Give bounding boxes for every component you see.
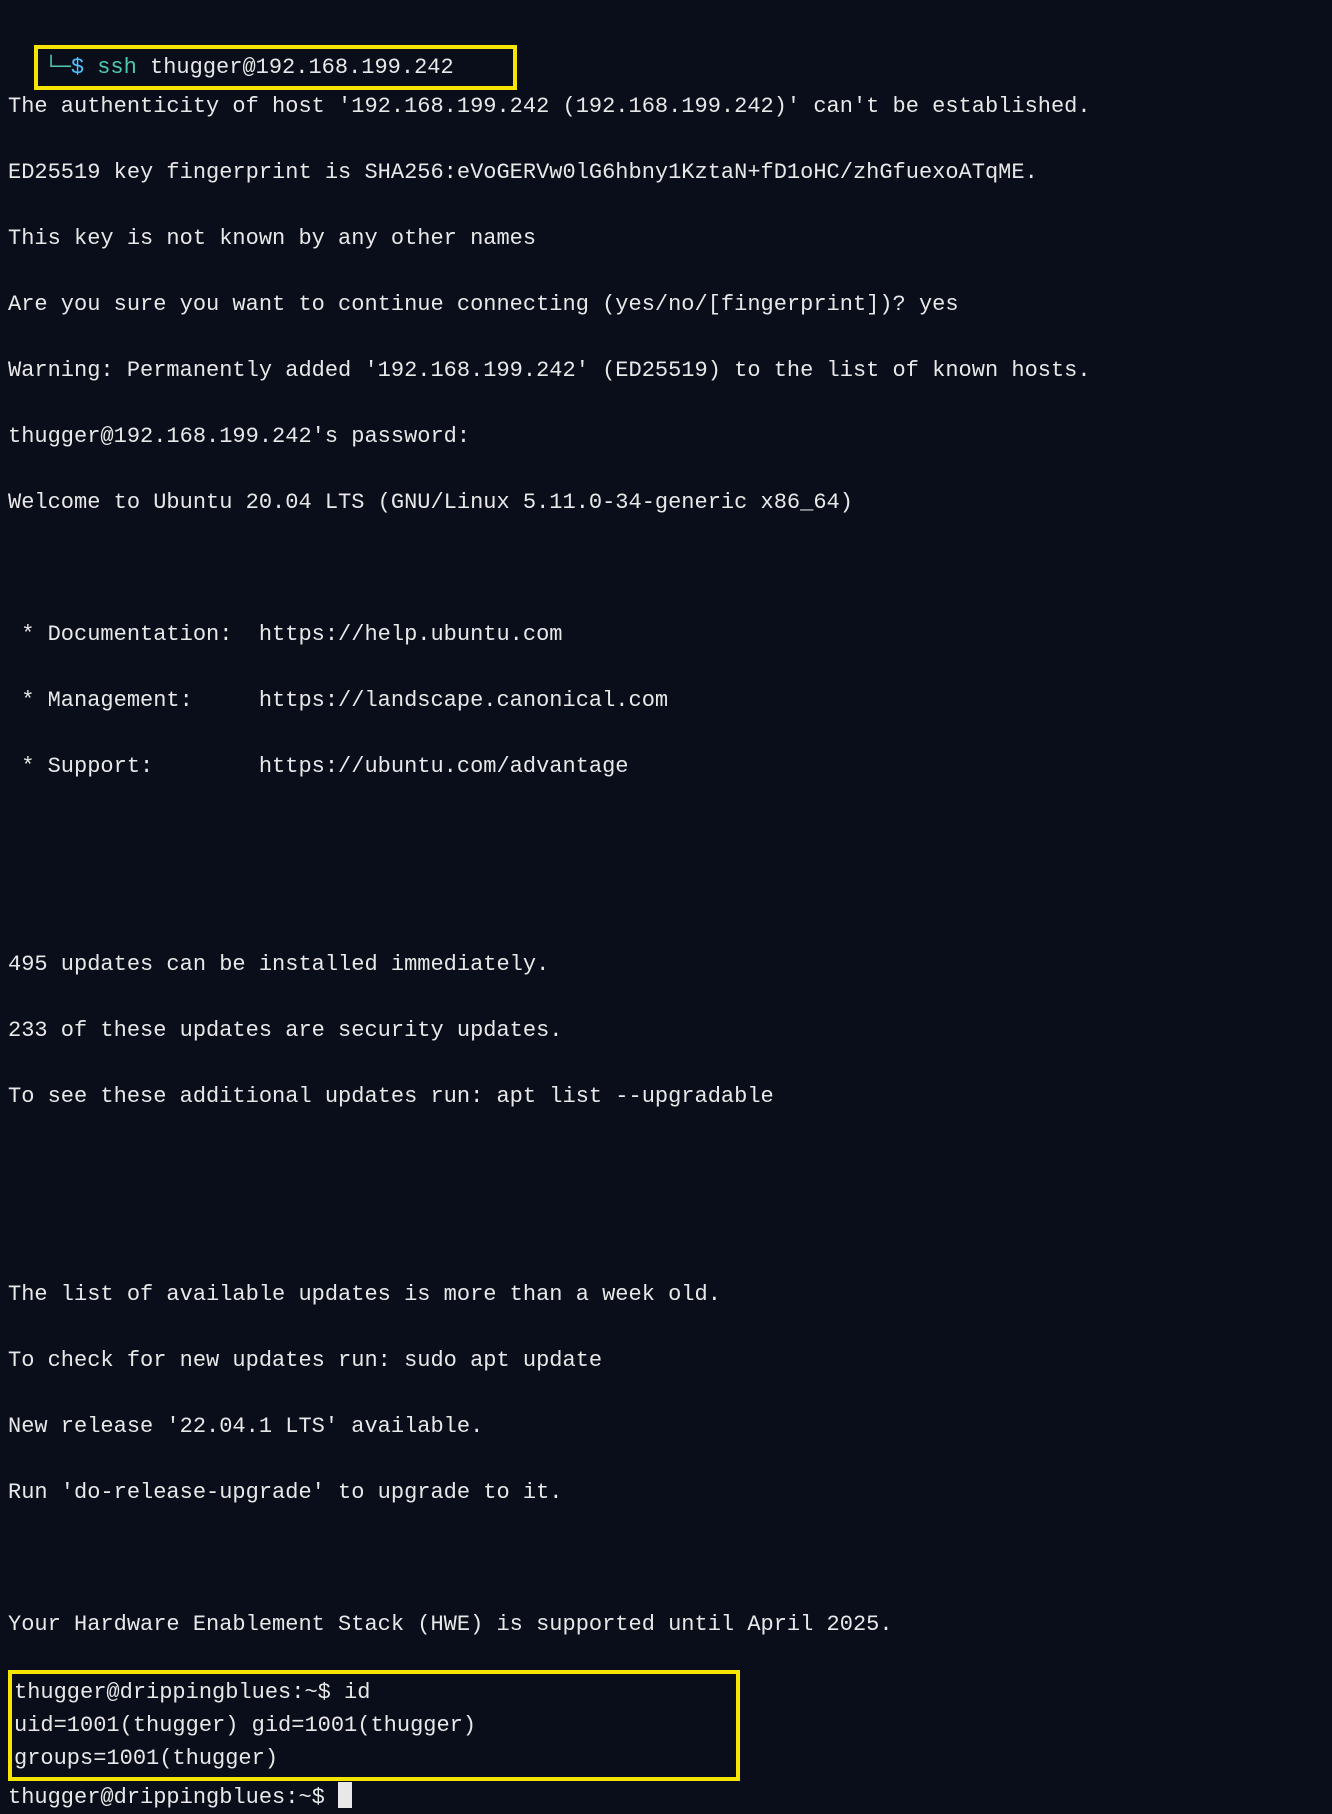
id-command: id <box>331 1680 371 1705</box>
output-line: Welcome to Ubuntu 20.04 LTS (GNU/Linux 5… <box>8 486 1324 519</box>
output-line: thugger@192.168.199.242's password: <box>8 420 1324 453</box>
output-line: New release '22.04.1 LTS' available. <box>8 1410 1324 1443</box>
prompt-dollar: $ <box>71 55 84 80</box>
output-line: Run 'do-release-upgrade' to upgrade to i… <box>8 1476 1324 1509</box>
highlighted-id-output-box: thugger@drippingblues:~$ id uid=1001(thu… <box>8 1670 740 1781</box>
ssh-command: ssh <box>97 55 137 80</box>
output-line: Warning: Permanently added '192.168.199.… <box>8 354 1324 387</box>
output-line: To check for new updates run: sudo apt u… <box>8 1344 1324 1377</box>
output-line: * Support: https://ubuntu.com/advantage <box>8 750 1324 783</box>
output-line: Your Hardware Enablement Stack (HWE) is … <box>8 1608 1324 1641</box>
highlighted-command-box: └─$ ssh thugger@192.168.199.242 <box>34 45 516 90</box>
prompt-branch-char: └─ <box>44 55 70 80</box>
output-line: The list of available updates is more th… <box>8 1278 1324 1311</box>
blank-line <box>8 552 1324 585</box>
blank-line <box>8 1542 1324 1575</box>
output-line: 495 updates can be installed immediately… <box>8 948 1324 981</box>
output-line: * Documentation: https://help.ubuntu.com <box>8 618 1324 651</box>
blank-line <box>8 816 1324 849</box>
remote-prompt: thugger@drippingblues:~$ <box>14 1680 331 1705</box>
output-line: To see these additional updates run: apt… <box>8 1080 1324 1113</box>
output-line: 233 of these updates are security update… <box>8 1014 1324 1047</box>
remote-prompt-final: thugger@drippingblues:~$ <box>8 1785 338 1810</box>
output-line: Are you sure you want to continue connec… <box>8 288 1324 321</box>
blank-line <box>8 882 1324 915</box>
id-output: uid=1001(thugger) gid=1001(thugger) grou… <box>14 1713 489 1771</box>
output-line: ED25519 key fingerprint is SHA256:eVoGER… <box>8 156 1324 189</box>
terminal-window[interactable]: └─$ ssh thugger@192.168.199.242 The auth… <box>8 8 1324 1015</box>
output-line: The authenticity of host '192.168.199.24… <box>8 90 1324 123</box>
blank-line <box>8 1146 1324 1179</box>
output-line: This key is not known by any other names <box>8 222 1324 255</box>
ssh-args: thugger@192.168.199.242 <box>150 55 454 80</box>
output-line: * Management: https://landscape.canonica… <box>8 684 1324 717</box>
blank-line <box>8 1212 1324 1245</box>
terminal-cursor <box>338 1782 352 1808</box>
